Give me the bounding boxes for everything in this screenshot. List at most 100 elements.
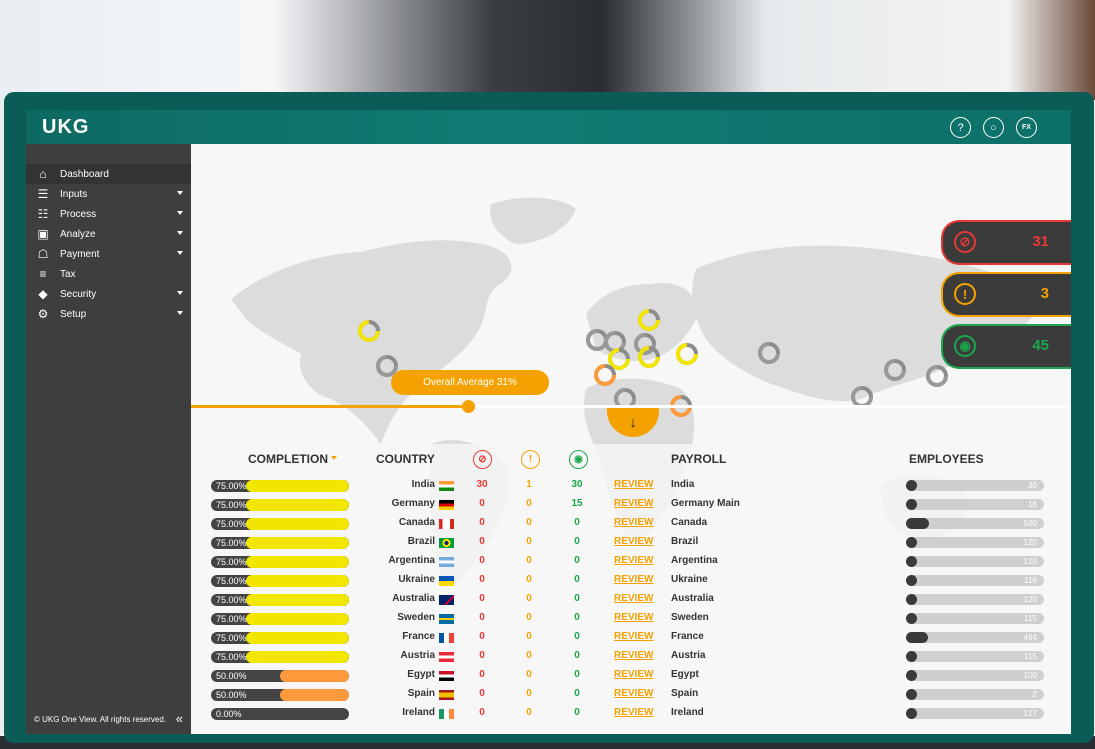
flag-icon [439,671,454,681]
review-link[interactable]: REVIEW [614,650,653,661]
country-name: Germany [391,498,435,509]
completion-header[interactable]: COMPLETION [248,452,337,466]
flag-icon [439,538,454,548]
completion-bar-fill [245,537,349,549]
country-name: Canada [398,517,435,528]
inputs-icon: ☰ [37,187,49,201]
errors-count: 0 [479,574,485,585]
stat-errors[interactable]: ⊘ 31 [941,220,1071,265]
payroll-name: Argentina [671,555,718,566]
review-link[interactable]: REVIEW [614,479,653,490]
chevron-down-icon [177,231,183,235]
country-name: Austria [400,650,435,661]
sidebar-item-label: Setup [60,308,87,320]
sidebar-item-process[interactable]: ☷ Process [26,204,191,224]
overall-average-bubble: Overall Average 31% [391,370,549,395]
employees-count: 30 [1028,481,1037,490]
globe-icon[interactable]: ○ [983,117,1004,138]
sidebar-item-label: Tax [60,268,76,280]
north-america-shape [231,240,512,444]
flag-icon [439,557,454,567]
warnings-count: 0 [526,669,532,680]
reviewed-count: 15 [571,498,583,509]
employees-bar: 2 [906,689,1044,700]
warnings-count: 0 [526,574,532,585]
warnings-count: 0 [526,612,532,623]
errors-count: 0 [479,612,485,623]
flag-icon [439,481,454,491]
sidebar-item-dashboard[interactable]: ⌂ Dashboard [26,164,191,184]
payroll-name: Austria [671,650,706,661]
flag-icon [439,500,454,510]
sidebar-item-tax[interactable]: ≡ Tax [26,264,191,284]
table-row: 75.00% Germany 0 0 15 REVIEW Germany Main 18 [191,496,1071,515]
country-name: Spain [407,688,435,699]
review-link[interactable]: REVIEW [614,612,653,623]
review-link[interactable]: REVIEW [614,536,653,547]
sidebar-item-label: Dashboard [60,168,109,180]
sidebar-item-payment[interactable]: ☖ Payment [26,244,191,264]
payroll-name: Ukraine [671,574,708,585]
errors-count: 30 [476,479,488,490]
completion-bar-fill [245,575,349,587]
payroll-table: COMPLETION COUNTRY ⊘ ! ◉ PAYROLL EMPLOYE… [191,444,1071,734]
review-link[interactable]: REVIEW [614,688,653,699]
review-link[interactable]: REVIEW [614,669,653,680]
employees-bar-fill [906,708,917,719]
stat-reviewed[interactable]: ◉ 45 [941,324,1071,369]
reviewed-count: 0 [574,688,580,699]
sort-desc-icon [331,456,337,460]
review-link[interactable]: REVIEW [614,574,653,585]
completion-bar: 0.00% [211,708,349,720]
payroll-name: India [671,479,695,490]
review-link[interactable]: REVIEW [614,593,653,604]
chevron-down-icon [177,191,183,195]
fx-icon[interactable]: FX [1016,117,1037,138]
employees-bar: 500 [906,518,1044,529]
reviewed-count: 0 [574,517,580,528]
employees-bar-fill [906,670,917,681]
completion-bar-fill [245,613,349,625]
employees-count: 120 [1023,538,1037,547]
table-row: 75.00% Ukraine 0 0 0 REVIEW Ukraine 116 [191,572,1071,591]
completion-bar-fill [245,594,349,606]
employees-bar-fill [906,575,917,586]
country-name: Ireland [402,707,435,718]
table-row: 75.00% Austria 0 0 0 REVIEW Austria 115 [191,648,1071,667]
employees-count: 120 [1023,595,1037,604]
shield-icon: ◆ [38,287,48,301]
country-name: Sweden [397,612,435,623]
analyze-icon: ▣ [37,227,49,241]
sidebar-item-inputs[interactable]: ☰ Inputs [26,184,191,204]
completion-bar: 50.00% [211,670,349,682]
employees-bar-fill [906,518,930,529]
employees-count: 116 [1024,576,1037,585]
employees-bar: 120 [906,594,1044,605]
completion-bar: 75.00% [211,632,349,644]
completion-text: 50.00% [216,671,247,681]
review-link[interactable]: REVIEW [614,707,653,718]
review-link[interactable]: REVIEW [614,517,653,528]
collapse-sidebar-icon[interactable]: « [176,711,183,726]
employees-bar: 127 [906,708,1044,719]
warnings-count: 0 [526,707,532,718]
average-slider-handle[interactable] [462,400,475,413]
reviewed-count: 0 [574,536,580,547]
completion-bar-fill [280,689,349,701]
reviewed-count: 0 [574,707,580,718]
employees-bar: 120 [906,537,1044,548]
completion-bar: 75.00% [211,575,349,587]
sidebar-item-setup[interactable]: ⚙ Setup [26,304,191,324]
sidebar-item-analyze[interactable]: ▣ Analyze [26,224,191,244]
payroll-name: Egypt [671,669,699,680]
stat-warnings[interactable]: ! 3 [941,272,1071,317]
blocked-header-icon: ⊘ [473,450,492,469]
review-link[interactable]: REVIEW [614,555,653,566]
completion-bar: 75.00% [211,480,349,492]
help-icon[interactable]: ? [950,117,971,138]
employees-bar-fill [906,613,917,624]
review-link[interactable]: REVIEW [614,498,653,509]
sidebar-item-security[interactable]: ◆ Security [26,284,191,304]
review-link[interactable]: REVIEW [614,631,653,642]
reviewed-count: 0 [574,593,580,604]
